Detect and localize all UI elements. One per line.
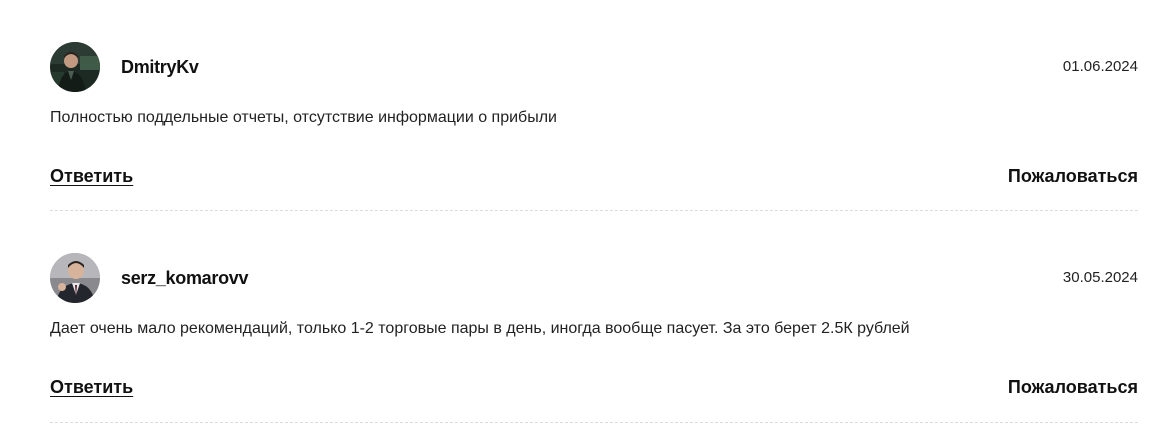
comment-text: Дает очень мало рекомендаций, только 1-2…	[50, 320, 910, 337]
comment-author: DmitryKv	[121, 57, 199, 77]
comments-list: DmitryKv 01.06.2024 Полностью поддельные…	[50, 0, 1138, 423]
comment-author: serz_komarovv	[121, 268, 249, 288]
avatar[interactable]	[50, 253, 100, 303]
user-photo-icon	[50, 42, 100, 92]
comment-date: 30.05.2024	[1062, 269, 1138, 286]
comment-item: DmitryKv 01.06.2024 Полностью поддельные…	[50, 0, 1138, 211]
report-button[interactable]: Пожаловаться	[1008, 375, 1138, 399]
comment-date: 01.06.2024	[1062, 58, 1138, 75]
reply-link[interactable]: Ответить	[50, 375, 133, 399]
comment-text: Полностью поддельные отчеты, отсутствие …	[50, 109, 557, 126]
reply-link[interactable]: Ответить	[50, 164, 133, 188]
avatar[interactable]	[50, 42, 100, 92]
report-button[interactable]: Пожаловаться	[1008, 164, 1138, 188]
user-photo-icon	[50, 253, 100, 303]
comment-item: serz_komarovv 30.05.2024 Дает очень мало…	[50, 211, 1138, 423]
